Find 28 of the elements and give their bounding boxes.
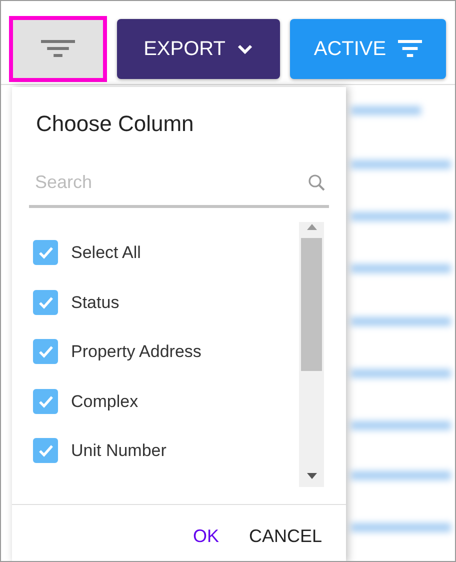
- panel-title: Choose Column: [36, 110, 194, 138]
- chevron-down-icon: [237, 42, 254, 54]
- check-icon: [38, 294, 54, 310]
- export-button[interactable]: EXPORT: [117, 18, 280, 78]
- search-icon: [308, 174, 325, 191]
- check-icon: [38, 394, 54, 409]
- check-icon: [38, 245, 54, 260]
- filter-icon: [41, 40, 75, 57]
- checkbox[interactable]: [33, 339, 58, 364]
- scroll-up-icon: [306, 222, 318, 232]
- filter-button[interactable]: [9, 16, 107, 82]
- checkbox[interactable]: [33, 388, 58, 414]
- checkbox[interactable]: [33, 290, 58, 315]
- scroll-down-icon: [306, 471, 318, 481]
- option-label: Status: [71, 292, 120, 314]
- search-field[interactable]: Search: [29, 160, 329, 208]
- check-icon: [38, 443, 54, 458]
- cancel-button[interactable]: CANCEL: [248, 523, 322, 550]
- filter-icon: [398, 40, 422, 57]
- ok-button[interactable]: OK: [192, 523, 219, 550]
- option-label: Unit Number: [71, 440, 166, 462]
- checkbox[interactable]: [33, 240, 58, 266]
- check-icon: [38, 344, 54, 360]
- option-label: Select All: [71, 242, 141, 264]
- checkbox[interactable]: [33, 438, 58, 464]
- scrollbar[interactable]: [299, 222, 324, 487]
- option-label: Property Address: [71, 341, 202, 363]
- option-label: Complex: [71, 390, 138, 412]
